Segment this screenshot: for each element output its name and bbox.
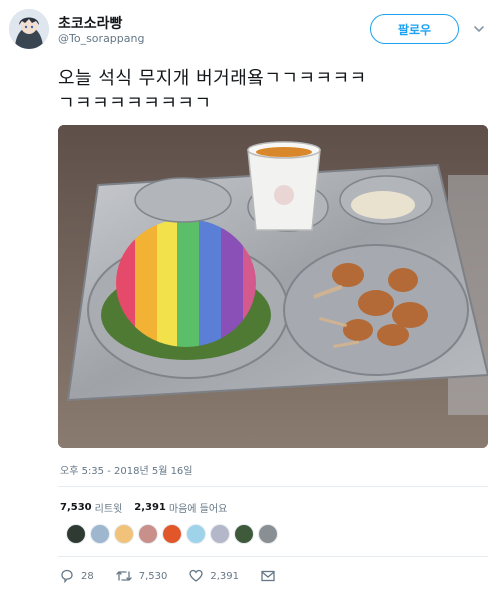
reply-icon <box>61 569 73 583</box>
reply-count: 28 <box>81 570 94 582</box>
envelope-icon <box>261 570 275 582</box>
liker-avatar[interactable] <box>66 524 86 544</box>
heart-icon <box>189 569 204 582</box>
display-name[interactable]: 초코소라빵 <box>58 13 122 33</box>
divider <box>58 486 488 487</box>
tweet-text-line-1: 오늘 석식 무지개 버거래욬ㄱㄱㅋㅋㅋㅋ <box>58 68 367 89</box>
tweet-text: 오늘 석식 무지개 버거래욬ㄱㄱㅋㅋㅋㅋ ㄱㅋㅋㅋㅋㅋㅋㅋㄱ <box>58 66 488 116</box>
tweet-text-line-2: ㄱㅋㅋㅋㅋㅋㅋㅋㄱ <box>58 93 212 114</box>
divider <box>58 556 488 557</box>
likes-count: 2,391 <box>134 502 166 513</box>
tweet-actions: 28 7,530 2,391 <box>60 567 304 585</box>
liker-avatar[interactable] <box>210 524 230 544</box>
reply-action[interactable]: 28 <box>60 569 94 583</box>
tweet-timestamp[interactable]: 오후 5:35 - 2018년 5월 16일 <box>60 462 193 477</box>
lunch-tray-photo-icon <box>58 125 488 448</box>
message-action[interactable] <box>261 570 282 582</box>
tweet-photo[interactable] <box>58 125 488 448</box>
likes-stat[interactable]: 2,391 마음에 들어요 <box>134 500 227 515</box>
likes-label: 마음에 들어요 <box>168 504 228 515</box>
liker-avatar[interactable] <box>114 524 134 544</box>
retweets-label: 리트윗 <box>94 504 123 515</box>
retweet-count: 7,530 <box>138 570 168 582</box>
liker-avatar[interactable] <box>90 524 110 544</box>
avatar[interactable] <box>9 9 49 49</box>
retweets-count: 7,530 <box>60 502 92 513</box>
liker-avatar[interactable] <box>258 524 278 544</box>
like-action[interactable]: 2,391 <box>189 569 239 583</box>
avatar-illustration-icon <box>9 9 49 49</box>
liker-avatar[interactable] <box>186 524 206 544</box>
liker-avatar[interactable] <box>162 524 182 544</box>
retweet-icon <box>116 571 132 581</box>
tweet-stats: 7,530 리트윗 2,391 마음에 들어요 <box>60 500 239 515</box>
retweet-action[interactable]: 7,530 <box>116 569 168 583</box>
like-count: 2,391 <box>210 570 240 582</box>
retweets-stat[interactable]: 7,530 리트윗 <box>60 500 122 515</box>
likers-avatars <box>66 524 282 546</box>
user-handle[interactable]: @To_sorappang <box>58 32 144 45</box>
follow-button[interactable]: 팔로우 <box>370 14 459 44</box>
chevron-down-icon[interactable] <box>472 22 486 36</box>
liker-avatar[interactable] <box>234 524 254 544</box>
tweet-header: 초코소라빵 @To_sorappang 팔로우 <box>0 0 500 52</box>
liker-avatar[interactable] <box>138 524 158 544</box>
